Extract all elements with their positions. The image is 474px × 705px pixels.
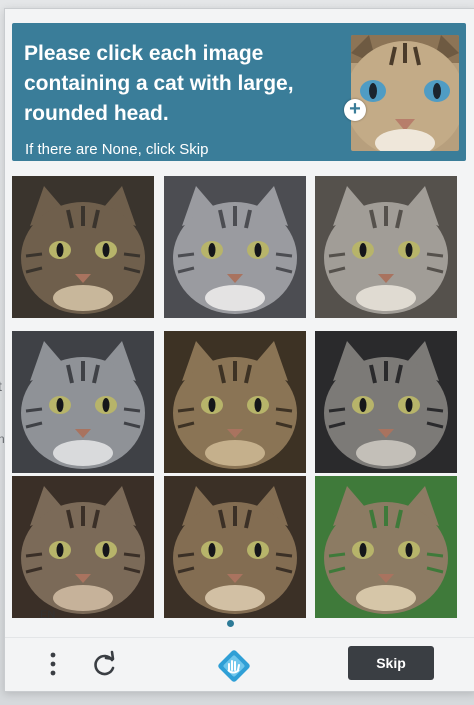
image-grid — [12, 171, 458, 618]
more-vertical-icon[interactable] — [48, 649, 58, 679]
image-tile[interactable] — [315, 476, 457, 618]
example-image[interactable] — [351, 35, 459, 151]
image-tile[interactable] — [315, 331, 457, 473]
skip-button[interactable]: Skip — [348, 646, 434, 680]
image-tile[interactable] — [12, 476, 154, 618]
hcaptcha-hand-logo[interactable] — [218, 650, 250, 682]
screen: t nc n Please click each image containin… — [0, 0, 474, 705]
footer-divider — [5, 637, 474, 638]
captcha-dialog: Please click each image containing a cat… — [4, 8, 474, 692]
page-indicator-dot — [227, 620, 234, 627]
refresh-icon[interactable] — [89, 649, 119, 679]
language-selector[interactable]: EN — [40, 609, 55, 621]
challenge-instruction: Please click each image containing a cat… — [24, 42, 294, 125]
image-tile[interactable] — [12, 176, 154, 318]
challenge-prompt: Please click each image containing a cat… — [12, 23, 466, 161]
image-tile[interactable] — [164, 476, 306, 618]
image-tile[interactable] — [164, 331, 306, 473]
plus-icon[interactable]: + — [344, 99, 366, 121]
image-tile[interactable] — [164, 176, 306, 318]
image-tile[interactable] — [12, 331, 154, 473]
background-text: t — [0, 378, 2, 394]
image-tile[interactable] — [315, 176, 457, 318]
challenge-hint: If there are None, click Skip — [25, 141, 209, 158]
